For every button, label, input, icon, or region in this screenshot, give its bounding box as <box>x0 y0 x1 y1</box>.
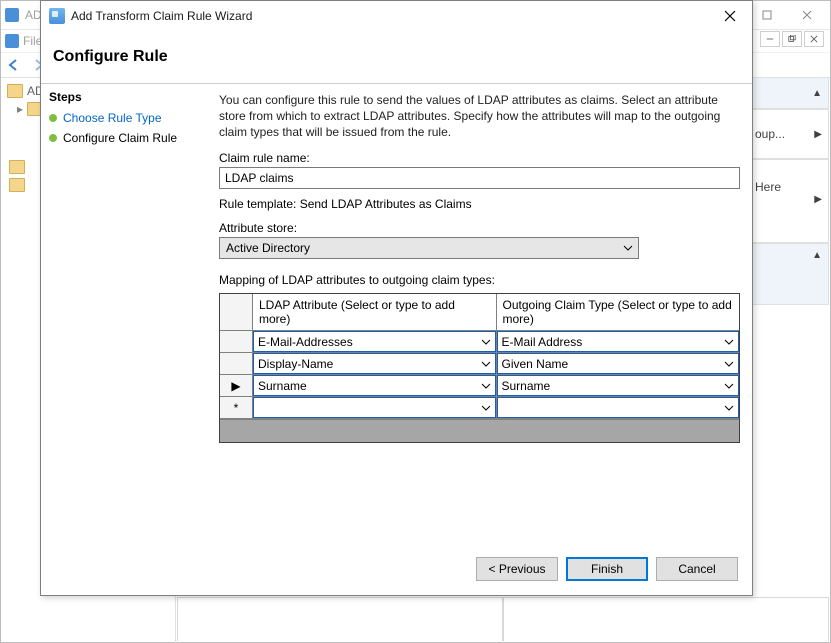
wizard-dialog: Add Transform Claim Rule Wizard Configur… <box>40 0 753 596</box>
background-status-split <box>177 597 829 641</box>
background-actions-panel: ▲ oup... ▶ Here ▶ ▲ <box>751 77 829 305</box>
mapping-row-indicator: ▶ <box>220 375 253 397</box>
mapping-ldap-cell <box>253 397 497 419</box>
step-bullet-icon <box>49 114 57 122</box>
background-secondary-controls <box>760 31 824 47</box>
mapping-header-corner <box>220 294 253 332</box>
maximize-icon[interactable] <box>748 5 786 25</box>
step-link[interactable]: Choose Rule Type <box>49 108 203 128</box>
chevron-down-icon <box>722 405 736 411</box>
dialog-description: You can configure this rule to send the … <box>219 92 740 141</box>
mapping-table-header: LDAP Attribute (Select or type to add mo… <box>220 294 739 332</box>
close-icon[interactable] <box>788 5 826 25</box>
mapping-table-footer <box>220 419 739 442</box>
rule-name-label: Claim rule name: <box>219 151 740 165</box>
mapping-row-indicator: * <box>220 397 253 419</box>
cell-value: Display-Name <box>258 357 333 371</box>
actions-header: ▲ <box>751 77 829 109</box>
mapping-claim-cell-combo[interactable] <box>497 397 740 418</box>
wizard-icon <box>49 8 65 24</box>
actions-item[interactable]: Here ▶ <box>751 159 829 243</box>
chevron-right-icon: ▶ <box>814 129 822 140</box>
actions-header: ▲ <box>751 243 829 305</box>
dialog-titlebar: Add Transform Claim Rule Wizard <box>41 1 752 31</box>
mapping-header-claim: Outgoing Claim Type (Select or type to a… <box>497 294 740 332</box>
dialog-close-button[interactable] <box>708 1 752 31</box>
mini-minimize-icon[interactable] <box>760 31 780 47</box>
dialog-header-title: Configure Rule <box>53 48 168 66</box>
mapping-ldap-cell: Display-Name <box>253 353 497 375</box>
mapping-row-indicator <box>220 331 253 353</box>
rule-name-input[interactable] <box>219 167 740 189</box>
mapping-claim-cell <box>497 397 740 419</box>
mapping-ldap-cell: Surname <box>253 375 497 397</box>
mapping-claim-cell: Surname <box>497 375 740 397</box>
mapping-ldap-cell-combo[interactable] <box>253 397 496 418</box>
rule-template-label: Rule template: Send LDAP Attributes as C… <box>219 197 740 211</box>
steps-list: Choose Rule Type Configure Claim Rule <box>49 108 203 148</box>
menubar-icon <box>5 34 19 48</box>
chevron-down-icon <box>479 383 493 389</box>
mapping-table: LDAP Attribute (Select or type to add mo… <box>219 293 740 444</box>
cancel-button[interactable]: Cancel <box>656 557 738 581</box>
actions-item-label: Here <box>755 180 781 194</box>
chevron-down-icon <box>722 383 736 389</box>
mapping-claim-cell: Given Name <box>497 353 740 375</box>
folder-icon <box>7 84 23 98</box>
step-current: Configure Claim Rule <box>49 128 203 148</box>
mapping-ldap-cell-combo[interactable]: Display-Name <box>253 353 496 374</box>
mapping-row: Display-Name Given Name <box>220 353 739 375</box>
mini-restore-icon[interactable] <box>782 31 802 47</box>
app-icon <box>5 8 19 22</box>
mapping-row: ▶ Surname Surname <box>220 375 739 397</box>
mapping-ldap-cell-combo[interactable]: Surname <box>253 375 496 396</box>
chevron-down-icon <box>620 245 636 251</box>
folder-icon <box>9 178 25 192</box>
cell-value: E-Mail-Addresses <box>258 335 353 349</box>
cell-value: Given Name <box>502 357 569 371</box>
dialog-header: Configure Rule <box>41 31 752 84</box>
actions-item[interactable]: oup... ▶ <box>751 109 829 159</box>
chevron-up-icon[interactable]: ▲ <box>812 88 822 99</box>
mapping-header-ldap: LDAP Attribute (Select or type to add mo… <box>253 294 497 332</box>
chevron-down-icon <box>479 405 493 411</box>
attribute-store-label: Attribute store: <box>219 221 740 235</box>
attribute-store-combo[interactable]: Active Directory <box>219 237 639 259</box>
cell-value: E-Mail Address <box>502 335 583 349</box>
content-pane: You can configure this rule to send the … <box>211 84 752 547</box>
step-bullet-icon <box>49 134 57 142</box>
chevron-down-icon <box>722 339 736 345</box>
mapping-claim-cell-combo[interactable]: Surname <box>497 375 740 396</box>
attribute-store-value: Active Directory <box>226 241 310 255</box>
finish-button[interactable]: Finish <box>566 557 648 581</box>
steps-pane: Steps Choose Rule Type Configure Claim Ru… <box>41 84 211 547</box>
dialog-title: Add Transform Claim Rule Wizard <box>71 9 252 23</box>
step-label: Choose Rule Type <box>63 111 162 125</box>
step-label: Configure Claim Rule <box>63 131 177 145</box>
mapping-claim-cell-combo[interactable]: Given Name <box>497 353 740 374</box>
chevron-down-icon <box>479 339 493 345</box>
mapping-claim-cell: E-Mail Address <box>497 331 740 353</box>
mapping-ldap-cell: E-Mail-Addresses <box>253 331 497 353</box>
dialog-button-bar: < Previous Finish Cancel <box>41 547 752 595</box>
mapping-row: * <box>220 397 739 419</box>
mapping-row-indicator <box>220 353 253 375</box>
cell-value: Surname <box>258 379 307 393</box>
folder-icon <box>9 160 25 174</box>
chevron-down-icon <box>479 361 493 367</box>
nav-back-icon[interactable] <box>5 57 23 73</box>
mini-close-icon[interactable] <box>804 31 824 47</box>
chevron-down-icon <box>722 361 736 367</box>
steps-label: Steps <box>49 90 203 104</box>
mapping-label: Mapping of LDAP attributes to outgoing c… <box>219 273 740 287</box>
mapping-ldap-cell-combo[interactable]: E-Mail-Addresses <box>253 331 496 352</box>
mapping-claim-cell-combo[interactable]: E-Mail Address <box>497 331 740 352</box>
cell-value: Surname <box>502 379 551 393</box>
actions-item-label: oup... <box>755 127 785 141</box>
mapping-row: E-Mail-Addresses E-Mail Address <box>220 331 739 353</box>
previous-button[interactable]: < Previous <box>476 557 558 581</box>
chevron-up-icon[interactable]: ▲ <box>812 250 822 261</box>
chevron-right-icon: ▶ <box>814 194 822 205</box>
